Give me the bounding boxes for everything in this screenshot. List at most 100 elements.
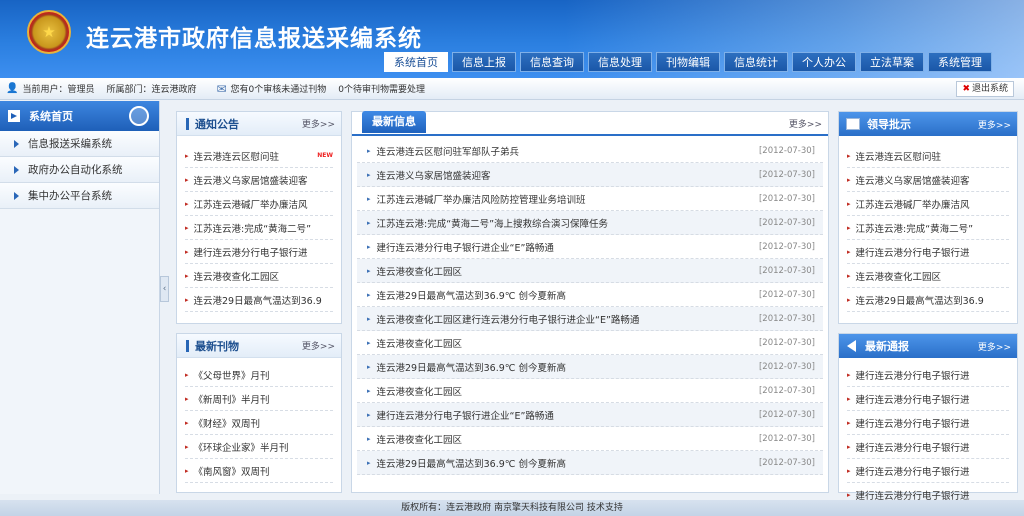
latest-title[interactable]: 最新信息 bbox=[362, 111, 426, 133]
nav-tab[interactable]: 信息统计 bbox=[724, 52, 788, 72]
sidebar-item[interactable]: 信息报送采编系统 bbox=[0, 131, 159, 157]
list-item[interactable]: 建行连云港分行电子银行进 bbox=[847, 363, 1009, 387]
list-item-label: 《新周刊》半月刊 bbox=[193, 394, 270, 406]
pending-notice[interactable]: 0个待审刊物需要处理 bbox=[338, 82, 425, 95]
sidebar-item-label: 政府办公自动化系统 bbox=[28, 164, 123, 176]
sidebar-item[interactable]: 集中办公平台系统 bbox=[0, 183, 159, 209]
news-row[interactable]: ▸ 建行连云港分行电子银行进企业“E”路畅通 [2012-07-30] bbox=[357, 403, 823, 427]
list-item[interactable]: 江苏连云港:完成“黄海二号” bbox=[847, 216, 1009, 240]
logout-button[interactable]: ✖ 退出系统 bbox=[956, 81, 1014, 97]
journal-panel: 最新刊物 更多>> 《父母世界》月刊《新周刊》半月刊《财经》双周刊《环球企业家》… bbox=[176, 333, 342, 493]
nav-tab[interactable]: 系统管理 bbox=[928, 52, 992, 72]
image-icon bbox=[846, 118, 860, 130]
nav-tab[interactable]: 信息上报 bbox=[452, 52, 516, 72]
unapproved-notice[interactable]: 您有0个审核未通过刊物 bbox=[231, 82, 327, 95]
list-item[interactable]: 连云港夜查化工园区 bbox=[185, 264, 333, 288]
bullet-icon: ▸ bbox=[367, 290, 371, 299]
news-date: [2012-07-30] bbox=[758, 193, 815, 204]
list-item[interactable]: 《新周刊》半月刊 bbox=[185, 387, 333, 411]
bulletin-more-link[interactable]: 更多>> bbox=[978, 340, 1011, 353]
news-date: [2012-07-30] bbox=[758, 241, 815, 252]
nav-tab[interactable]: 刊物编辑 bbox=[656, 52, 720, 72]
header-marker bbox=[186, 117, 189, 130]
latest-more-link[interactable]: 更多>> bbox=[789, 117, 822, 130]
list-item[interactable]: 建行连云港分行电子银行进 bbox=[185, 240, 333, 264]
list-item[interactable]: 江苏连云港:完成“黄海二号” bbox=[185, 216, 333, 240]
news-title: 连云港义乌家居馆盛装迎客 bbox=[376, 170, 491, 182]
news-row[interactable]: ▸ 连云港连云区慰问驻军部队子弟兵 [2012-07-30] bbox=[357, 139, 823, 163]
list-item[interactable]: 连云港连云区慰问驻 NEW bbox=[185, 144, 333, 168]
list-item[interactable]: 江苏连云港碱厂举办廉洁风 bbox=[847, 192, 1009, 216]
list-item[interactable]: 连云港29日最高气温达到36.9 bbox=[185, 288, 333, 312]
sidebar-menu: 信息报送采编系统政府办公自动化系统集中办公平台系统 bbox=[0, 131, 159, 209]
list-item[interactable]: 连云港夜查化工园区 bbox=[847, 264, 1009, 288]
list-item[interactable]: 建行连云港分行电子银行进 bbox=[847, 435, 1009, 459]
news-row[interactable]: ▸ 连云港夜查化工园区建行连云港分行电子银行进企业“E”路畅通 [2012-07-3… bbox=[357, 307, 823, 331]
list-item[interactable]: 连云港义乌家居馆盛装迎客 bbox=[847, 168, 1009, 192]
news-row[interactable]: ▸ 建行连云港分行电子银行进企业“E”路畅通 [2012-07-30] bbox=[357, 235, 823, 259]
bulletin-header: 最新通报 更多>> bbox=[839, 334, 1017, 358]
notice-title: 通知公告 bbox=[195, 117, 239, 131]
sidebar-title: 系统首页 bbox=[29, 110, 73, 123]
list-item[interactable]: 建行连云港分行电子银行进 bbox=[847, 240, 1009, 264]
info-bar: 👤 当前用户：管理员 所属部门：连云港政府 ✉ 您有0个审核未通过刊物 0个待审… bbox=[0, 78, 1024, 100]
new-badge: NEW bbox=[317, 152, 333, 159]
list-item-label: 建行连云港分行电子银行进 bbox=[855, 394, 970, 406]
news-date: [2012-07-30] bbox=[758, 409, 815, 420]
list-item[interactable]: 连云港29日最高气温达到36.9 bbox=[847, 288, 1009, 312]
list-item[interactable]: 建行连云港分行电子银行进 bbox=[847, 411, 1009, 435]
news-row[interactable]: ▸ 连云港夜查化工园区 [2012-07-30] bbox=[357, 259, 823, 283]
list-item[interactable]: 《父母世界》月刊 bbox=[185, 363, 333, 387]
list-item-label: 建行连云港分行电子银行进 bbox=[855, 418, 970, 430]
news-date: [2012-07-30] bbox=[758, 361, 815, 372]
news-date: [2012-07-30] bbox=[758, 457, 815, 468]
list-item[interactable]: 江苏连云港碱厂举办廉洁风 bbox=[185, 192, 333, 216]
news-row[interactable]: ▸ 连云港29日最高气温达到36.9℃ 创今夏新高 [2012-07-30] bbox=[357, 283, 823, 307]
news-row[interactable]: ▸ 连云港夜查化工园区 [2012-07-30] bbox=[357, 331, 823, 355]
news-title: 连云港夜查化工园区 bbox=[376, 386, 463, 398]
bullet-icon: ▸ bbox=[367, 218, 371, 227]
sidebar-header[interactable]: 系统首页 bbox=[0, 101, 159, 131]
notice-panel: 通知公告 更多>> 连云港连云区慰问驻 NEW 连云港义乌家居馆盛装迎客江苏连云港碱… bbox=[176, 111, 342, 324]
nav-tab[interactable]: 信息查询 bbox=[520, 52, 584, 72]
nav-tab[interactable]: 个人办公 bbox=[792, 52, 856, 72]
leader-more-link[interactable]: 更多>> bbox=[978, 118, 1011, 131]
nav-tab[interactable]: 立法草案 bbox=[860, 52, 924, 72]
news-title: 连云港夜查化工园区建行连云港分行电子银行进企业“E”路畅通 bbox=[376, 314, 640, 326]
news-date: [2012-07-30] bbox=[758, 289, 815, 300]
list-item[interactable]: 连云港连云区慰问驻 bbox=[847, 144, 1009, 168]
notice-more-link[interactable]: 更多>> bbox=[302, 117, 335, 130]
refresh-icon[interactable] bbox=[129, 106, 149, 126]
list-item[interactable]: 《财经》双周刊 bbox=[185, 411, 333, 435]
news-row[interactable]: ▸ 连云港29日最高气温达到36.9℃ 创今夏新高 [2012-07-30] bbox=[357, 355, 823, 379]
close-icon: ✖ bbox=[962, 84, 970, 94]
list-item-label: 建行连云港分行电子银行进 bbox=[855, 247, 970, 259]
news-row[interactable]: ▸ 连云港夜查化工园区 [2012-07-30] bbox=[357, 379, 823, 403]
list-item[interactable]: 建行连云港分行电子银行进 bbox=[847, 459, 1009, 483]
list-item-label: 建行连云港分行电子银行进 bbox=[855, 370, 970, 382]
mail-icon: ✉ bbox=[216, 81, 227, 96]
news-row[interactable]: ▸ 江苏连云港:完成“黄海二号”海上搜救综合演习保障任务 [2012-07-30] bbox=[357, 211, 823, 235]
nav-tab[interactable]: 系统首页 bbox=[384, 52, 448, 72]
news-row[interactable]: ▸ 连云港夜查化工园区 [2012-07-30] bbox=[357, 427, 823, 451]
news-date: [2012-07-30] bbox=[758, 313, 815, 324]
news-row[interactable]: ▸ 江苏连云港碱厂举办廉洁风险防控管理业务培训班 [2012-07-30] bbox=[357, 187, 823, 211]
news-title: 连云港连云区慰问驻军部队子弟兵 bbox=[376, 146, 520, 158]
bullet-icon: ▸ bbox=[367, 314, 371, 323]
list-item[interactable]: 《南风窗》双周刊 bbox=[185, 459, 333, 483]
news-title: 连云港29日最高气温达到36.9℃ 创今夏新高 bbox=[376, 362, 566, 374]
journal-more-link[interactable]: 更多>> bbox=[302, 339, 335, 352]
collapse-sidebar-button[interactable]: ‹ bbox=[160, 276, 169, 302]
news-row[interactable]: ▸ 连云港义乌家居馆盛装迎客 [2012-07-30] bbox=[357, 163, 823, 187]
sidebar-item[interactable]: 政府办公自动化系统 bbox=[0, 157, 159, 183]
nav-tab[interactable]: 信息处理 bbox=[588, 52, 652, 72]
list-item[interactable]: 《环球企业家》半月刊 bbox=[185, 435, 333, 459]
bullet-icon: ▸ bbox=[367, 194, 371, 203]
news-title: 江苏连云港:完成“黄海二号”海上搜救综合演习保障任务 bbox=[376, 218, 609, 230]
sidebar: 系统首页 信息报送采编系统政府办公自动化系统集中办公平台系统 bbox=[0, 101, 160, 494]
news-row[interactable]: ▸ 连云港29日最高气温达到36.9℃ 创今夏新高 [2012-07-30] bbox=[357, 451, 823, 475]
list-item-label: 建行连云港分行电子银行进 bbox=[193, 247, 308, 259]
list-item-label: 《南风窗》双周刊 bbox=[193, 466, 270, 478]
list-item[interactable]: 连云港义乌家居馆盛装迎客 bbox=[185, 168, 333, 192]
list-item[interactable]: 建行连云港分行电子银行进 bbox=[847, 387, 1009, 411]
